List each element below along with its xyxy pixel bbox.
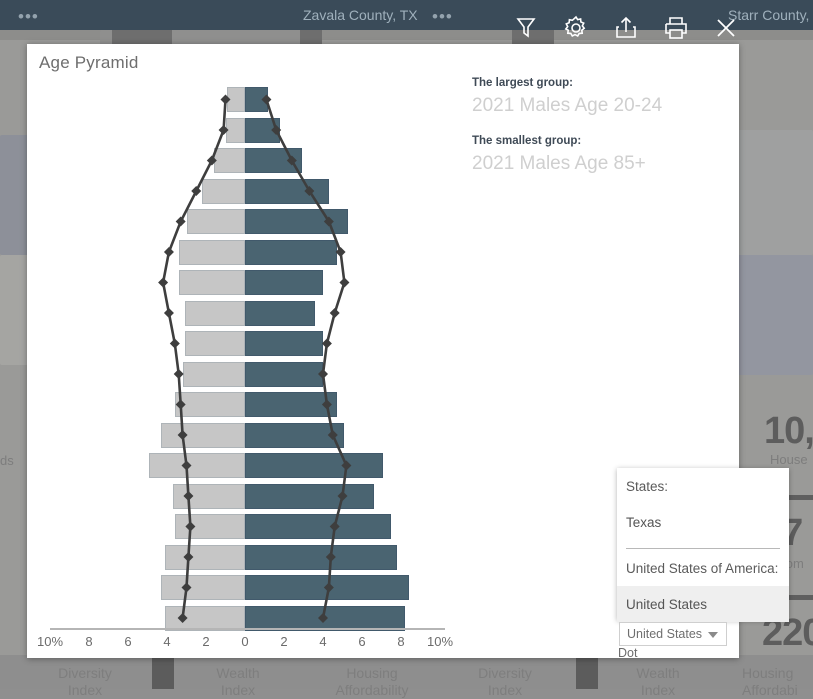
page-title-center: Zavala County, TX bbox=[303, 7, 418, 23]
overflow-menu-center[interactable]: ••• bbox=[432, 8, 453, 25]
bg-blob bbox=[735, 130, 813, 255]
bar-female[interactable] bbox=[245, 422, 345, 448]
bg-metric-value: 10,4 bbox=[764, 410, 813, 452]
bg-footer-label: Housing Affordabi bbox=[742, 665, 798, 698]
bg-blob bbox=[735, 255, 813, 375]
overflow-menu-left[interactable]: ••• bbox=[18, 8, 39, 25]
bar-male[interactable] bbox=[213, 148, 245, 173]
reference-dot bbox=[339, 277, 350, 288]
share-icon[interactable] bbox=[610, 12, 642, 44]
region-select-value: United States bbox=[627, 627, 703, 641]
dropdown-option-united-states[interactable]: United States bbox=[626, 597, 707, 612]
bg-metric-label: ds bbox=[0, 453, 14, 468]
bar-female[interactable] bbox=[245, 209, 349, 234]
axis-tick: 10% bbox=[426, 634, 454, 649]
reference-line bbox=[161, 99, 227, 619]
dropdown-option-texas[interactable]: Texas bbox=[626, 515, 661, 530]
dropdown-separator bbox=[626, 548, 780, 549]
bar-male[interactable] bbox=[149, 453, 245, 478]
bar-male[interactable] bbox=[165, 544, 245, 570]
bar-male[interactable] bbox=[161, 575, 245, 600]
bar-female[interactable] bbox=[245, 239, 337, 265]
axis-tick: 8 bbox=[397, 634, 405, 649]
bar-male[interactable] bbox=[178, 270, 245, 295]
close-icon[interactable] bbox=[710, 12, 742, 44]
reference-dot bbox=[163, 247, 174, 257]
reference-dot bbox=[329, 308, 340, 318]
bar-male[interactable] bbox=[165, 605, 245, 631]
reference-line bbox=[265, 99, 348, 619]
bar-male[interactable] bbox=[161, 422, 245, 448]
axis-tick: 2 bbox=[280, 634, 288, 649]
bar-female[interactable] bbox=[245, 178, 329, 204]
bar-female[interactable] bbox=[245, 392, 337, 417]
bar-male[interactable] bbox=[184, 300, 245, 326]
bar-male[interactable] bbox=[178, 239, 245, 265]
bar-female[interactable] bbox=[245, 575, 409, 600]
reference-dot bbox=[321, 338, 332, 349]
axis-tick: 8 bbox=[85, 634, 93, 649]
print-icon[interactable] bbox=[660, 12, 692, 44]
bg-footer-label: Diversity Index bbox=[58, 665, 112, 698]
chevron-down-icon bbox=[708, 632, 718, 638]
bg-metric-label: House bbox=[770, 452, 808, 467]
reference-dot bbox=[158, 277, 169, 288]
bg-divider bbox=[152, 655, 174, 689]
bar-male[interactable] bbox=[174, 392, 245, 417]
bg-footer-label: Wealth Index bbox=[216, 665, 260, 698]
axis-tick: 10% bbox=[36, 634, 64, 649]
bar-male[interactable] bbox=[172, 483, 245, 509]
axis-tick: 6 bbox=[124, 634, 132, 649]
bar-male[interactable] bbox=[184, 331, 245, 356]
gear-icon[interactable] bbox=[560, 12, 592, 44]
axis-tick: 0 bbox=[241, 634, 249, 649]
axis-tick: 6 bbox=[358, 634, 366, 649]
bar-male[interactable] bbox=[225, 117, 245, 143]
reference-dot bbox=[191, 186, 202, 196]
region-select[interactable]: United States bbox=[619, 622, 727, 646]
bar-female[interactable] bbox=[245, 300, 316, 326]
reference-dot bbox=[163, 308, 174, 318]
dropdown-group-states: States: bbox=[626, 479, 669, 494]
axis-tick: 4 bbox=[163, 634, 171, 649]
bar-male[interactable] bbox=[182, 361, 245, 387]
chart-axis-line bbox=[50, 628, 445, 630]
bg-blob bbox=[0, 135, 30, 255]
reference-dot bbox=[335, 247, 346, 257]
bg-divider bbox=[576, 655, 598, 689]
dropdown-group-usa: United States of America: bbox=[626, 561, 779, 576]
reference-dot bbox=[175, 216, 186, 227]
bar-female[interactable] bbox=[245, 544, 398, 570]
bar-male[interactable] bbox=[174, 514, 245, 539]
region-dropdown-menu[interactable]: States: Texas United States of America: … bbox=[617, 468, 789, 622]
bar-female[interactable] bbox=[245, 483, 374, 509]
bar-female[interactable] bbox=[245, 331, 323, 356]
bar-male[interactable] bbox=[186, 209, 245, 234]
bg-footer-label: Diversity Index bbox=[478, 665, 532, 698]
axis-tick: 4 bbox=[319, 634, 327, 649]
bar-male[interactable] bbox=[202, 178, 245, 204]
bar-female[interactable] bbox=[245, 361, 323, 387]
reference-dot bbox=[169, 338, 180, 349]
bar-female[interactable] bbox=[245, 87, 269, 112]
bar-female[interactable] bbox=[245, 270, 323, 295]
bg-footer-label: Wealth Index bbox=[636, 665, 680, 698]
bar-female[interactable] bbox=[245, 514, 392, 539]
bg-footer-label: Housing Affordability bbox=[335, 665, 409, 698]
bar-male[interactable] bbox=[227, 87, 245, 112]
bar-female[interactable] bbox=[245, 605, 405, 631]
axis-tick: 2 bbox=[202, 634, 210, 649]
bar-female[interactable] bbox=[245, 453, 384, 478]
bar-female[interactable] bbox=[245, 148, 302, 173]
filter-icon[interactable] bbox=[510, 12, 542, 44]
dots-show-label: Dot bbox=[618, 646, 638, 660]
bar-female[interactable] bbox=[245, 117, 281, 143]
